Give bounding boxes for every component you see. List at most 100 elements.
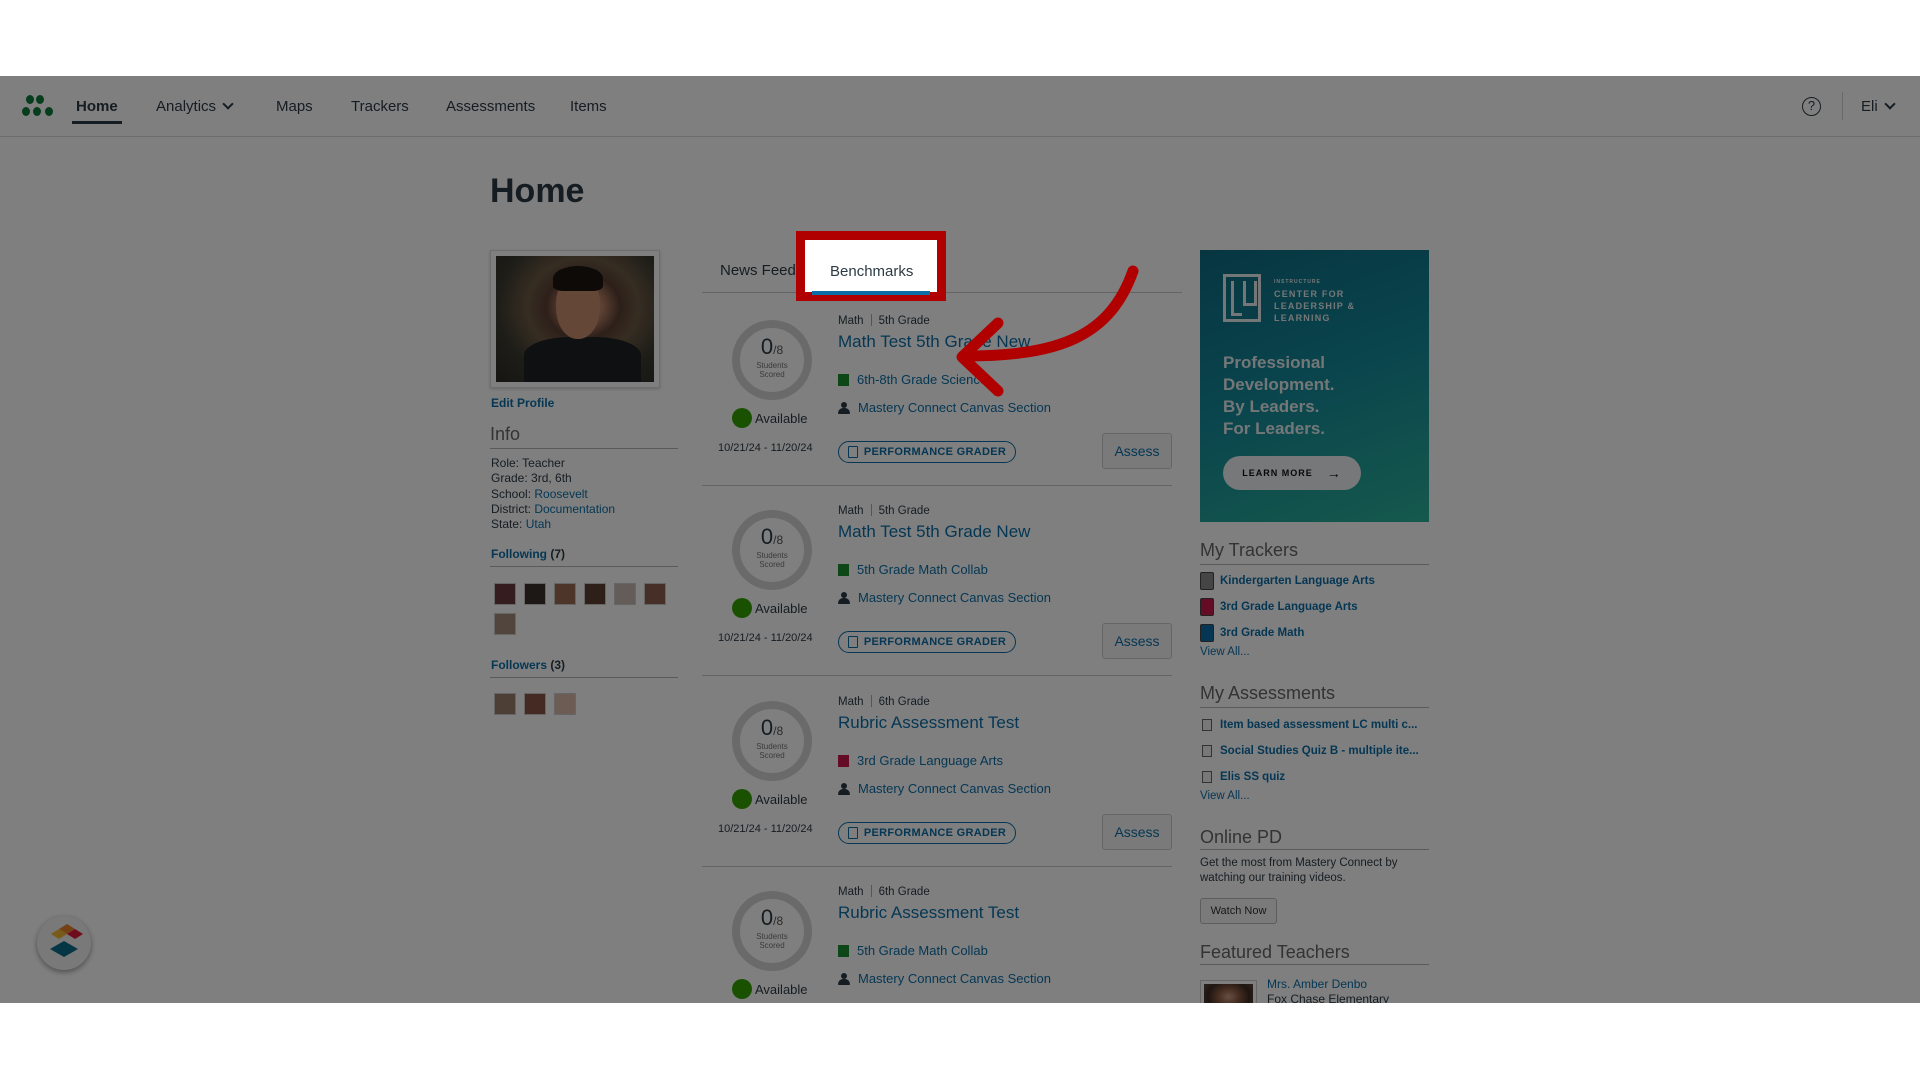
assessments-view-all-link[interactable]: View All...	[1200, 790, 1419, 802]
state-link[interactable]: Utah	[526, 517, 551, 531]
help-icon[interactable]: ?	[1802, 97, 1821, 116]
info-list: Role: Teacher Grade: 3rd, 6th School: Ro…	[491, 456, 615, 532]
info-district: District: Documentation	[491, 501, 616, 516]
benchmark-meta: Math 5th Grade	[838, 504, 930, 517]
avatar[interactable]	[554, 583, 576, 605]
performance-grader-button[interactable]: PERFORMANCE GRADER	[838, 441, 1016, 463]
avatar[interactable]	[494, 583, 516, 605]
ad-brand: CENTER FOR LEADERSHIP & LEARNING	[1274, 289, 1356, 323]
instructure-logo-icon	[50, 924, 83, 957]
featured-teacher-photo[interactable]	[1200, 980, 1257, 1003]
users-icon	[838, 782, 850, 795]
top-navigation: Home Analytics Maps Trackers Assessments…	[0, 76, 1920, 137]
featured-teachers-heading: Featured Teachers	[1200, 942, 1350, 962]
benchmark-meta: Math 5th Grade	[838, 314, 930, 327]
avatar[interactable]	[494, 693, 516, 715]
tracker-book-icon	[838, 373, 849, 386]
benchmark-title-link[interactable]: Rubric Assessment Test	[838, 713, 1019, 733]
trackers-view-all-link[interactable]: View All...	[1200, 646, 1375, 658]
tracker-item[interactable]: Kindergarten Language Arts	[1200, 568, 1375, 594]
status-badge: Available	[732, 408, 808, 428]
help-widget-button[interactable]	[37, 916, 91, 970]
chevron-down-icon	[222, 98, 234, 110]
nav-assessments[interactable]: Assessments	[446, 76, 535, 137]
assess-button[interactable]: Assess	[1102, 623, 1172, 659]
benchmark-tracker-link[interactable]: 5th Grade Math Collab	[838, 943, 988, 958]
avatar[interactable]	[644, 583, 666, 605]
page-title: Home	[490, 172, 585, 210]
nav-trackers[interactable]: Trackers	[351, 76, 409, 137]
app-window: Home Analytics Maps Trackers Assessments…	[0, 76, 1920, 1003]
school-link[interactable]: Roosevelt	[534, 487, 587, 501]
tracker-book-icon	[1200, 624, 1214, 642]
tracker-book-icon	[1200, 598, 1214, 616]
assess-button[interactable]: Assess	[1102, 814, 1172, 850]
following-link[interactable]: Following	[491, 547, 547, 561]
status-dot-icon	[732, 979, 752, 999]
user-menu[interactable]: Eli	[1861, 76, 1896, 137]
users-icon	[838, 591, 850, 604]
card-divider	[702, 866, 1172, 867]
tab-news-feed[interactable]: News Feed	[720, 262, 796, 279]
following-avatars	[494, 583, 674, 635]
benchmark-card: 0/8 Students Scored Available Math 6th Gr…	[702, 885, 1172, 1003]
card-divider	[702, 485, 1172, 486]
students-scored-donut: 0/8 Students Scored	[732, 510, 812, 590]
date-range: 10/21/24 - 11/20/24	[718, 632, 813, 644]
benchmark-tracker-link[interactable]: 3rd Grade Language Arts	[838, 753, 1003, 768]
status-badge: Available	[732, 598, 808, 618]
benchmark-card: 0/8 Students Scored Available Math 5th Gr…	[702, 504, 1172, 694]
leadership-ad-banner[interactable]: INSTRUCTURE CENTER FOR LEADERSHIP & LEAR…	[1200, 250, 1429, 522]
benchmark-title-link[interactable]: Math Test 5th Grade New	[838, 522, 1030, 542]
assess-button[interactable]: Assess	[1102, 433, 1172, 469]
featured-teacher-name[interactable]: Mrs. Amber Denbo	[1267, 977, 1367, 991]
assessment-item[interactable]: Social Studies Quiz B - multiple ite...	[1200, 738, 1419, 764]
avatar[interactable]	[494, 613, 516, 635]
assessment-item[interactable]: Item based assessment LC multi c...	[1200, 712, 1419, 738]
status-dot-icon	[732, 408, 752, 428]
status-badge: Available	[732, 789, 808, 809]
highlighted-tab-indicator	[812, 291, 930, 295]
nav-items[interactable]: Items	[570, 76, 607, 137]
featured-teacher-school: Fox Chase Elementary	[1267, 992, 1390, 1003]
arrow-right-icon: →	[1326, 465, 1342, 481]
my-assessments-heading: My Assessments	[1200, 683, 1336, 703]
district-link[interactable]: Documentation	[534, 502, 615, 516]
avatar[interactable]	[554, 693, 576, 715]
ad-headline: Professional Development. By Leaders. For L…	[1223, 353, 1335, 438]
performance-grader-button[interactable]: PERFORMANCE GRADER	[838, 822, 1016, 844]
ad-brand-small: INSTRUCTURE	[1274, 279, 1321, 285]
avatar[interactable]	[524, 583, 546, 605]
date-range: 10/21/24 - 11/20/24	[718, 442, 813, 454]
benchmark-meta: Math 6th Grade	[838, 695, 930, 708]
highlighted-benchmarks-tab[interactable]: Benchmarks	[830, 263, 913, 280]
followers-link[interactable]: Followers	[491, 658, 547, 672]
benchmark-title-link[interactable]: Rubric Assessment Test	[838, 903, 1019, 923]
nav-maps[interactable]: Maps	[276, 76, 313, 137]
tracker-item[interactable]: 3rd Grade Language Arts	[1200, 594, 1375, 620]
performance-grader-button[interactable]: PERFORMANCE GRADER	[838, 631, 1016, 653]
divider	[1200, 964, 1429, 965]
avatar[interactable]	[614, 583, 636, 605]
watch-now-button[interactable]: Watch Now	[1200, 898, 1277, 924]
benchmark-section-link[interactable]: Mastery Connect Canvas Section	[838, 781, 1051, 796]
benchmark-tracker-link[interactable]: 5th Grade Math Collab	[838, 562, 988, 577]
mastery-connect-logo-icon[interactable]	[22, 95, 56, 119]
benchmark-section-link[interactable]: Mastery Connect Canvas Section	[838, 971, 1051, 986]
nav-divider	[1842, 92, 1843, 120]
avatar[interactable]	[524, 693, 546, 715]
status-dot-icon	[732, 598, 752, 618]
document-icon	[1202, 719, 1212, 731]
benchmark-section-link[interactable]: Mastery Connect Canvas Section	[838, 590, 1051, 605]
cll-logo-icon	[1223, 274, 1261, 322]
tracker-item[interactable]: 3rd Grade Math	[1200, 620, 1375, 646]
status-badge: Available	[732, 979, 808, 999]
assessment-item[interactable]: Elis SS quiz	[1200, 764, 1419, 790]
avatar[interactable]	[584, 583, 606, 605]
edit-profile-link[interactable]: Edit Profile	[491, 396, 554, 410]
nav-analytics[interactable]: Analytics	[156, 76, 234, 137]
learn-more-button[interactable]: LEARN MORE →	[1223, 456, 1361, 490]
online-pd-text: Get the most from Mastery Connect by wat…	[1200, 857, 1398, 884]
nav-home[interactable]: Home	[72, 76, 122, 137]
info-heading: Info	[490, 424, 521, 444]
